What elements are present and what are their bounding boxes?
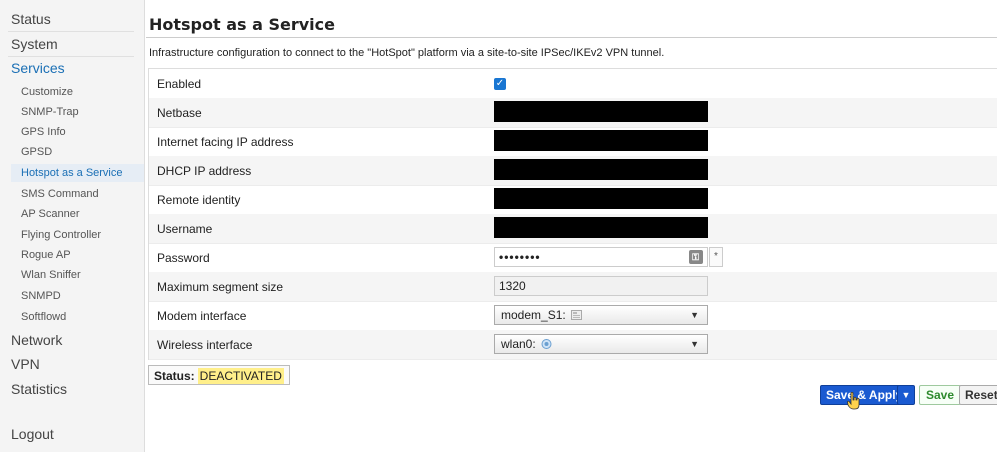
- row-enabled: Enabled ✓: [149, 69, 997, 99]
- enabled-label: Enabled: [157, 77, 202, 91]
- internet-ip-label: Internet facing IP address: [157, 135, 294, 149]
- nav-sub-flying-controller[interactable]: Flying Controller: [21, 229, 101, 241]
- netbase-label: Netbase: [157, 106, 202, 120]
- netbase-field[interactable]: [494, 101, 708, 122]
- mss-field[interactable]: 1320: [494, 276, 708, 296]
- row-dhcp-ip: DHCP IP address: [149, 156, 997, 186]
- nav-status[interactable]: Status: [11, 11, 51, 27]
- page-title: Hotspot as a Service: [149, 15, 335, 34]
- row-netbase: Netbase: [149, 98, 997, 128]
- row-password: Password •••••••• ⚿ *: [149, 243, 997, 273]
- row-modem-interface: Modem interface modem_S1: ▼: [149, 301, 997, 331]
- modem-interface-label: Modem interface: [157, 309, 247, 323]
- username-field[interactable]: [494, 217, 708, 238]
- page-description: Infrastructure configuration to connect …: [149, 47, 665, 59]
- row-username: Username: [149, 214, 997, 244]
- wireless-interface-value: wlan0:: [501, 337, 536, 351]
- hand-pointer-icon: [847, 392, 860, 410]
- title-divider: [146, 37, 997, 38]
- nav-sub-softflowd[interactable]: Softflowd: [21, 311, 66, 323]
- nav-divider: [8, 56, 134, 57]
- key-icon[interactable]: ⚿: [689, 250, 703, 264]
- settings-form: Enabled ✓ Netbase Internet facing IP add…: [148, 68, 997, 360]
- remote-identity-field[interactable]: [494, 188, 708, 209]
- username-label: Username: [157, 222, 213, 236]
- row-internet-ip: Internet facing IP address: [149, 127, 997, 157]
- mss-label: Maximum segment size: [157, 280, 284, 294]
- row-mss: Maximum segment size 1320: [149, 272, 997, 302]
- nav-sub-rogue-ap[interactable]: Rogue AP: [21, 249, 71, 261]
- nav-divider: [8, 31, 134, 32]
- nav-sub-hotspot-as-a-service[interactable]: Hotspot as a Service: [11, 164, 144, 182]
- nav-sub-wlan-sniffer[interactable]: Wlan Sniffer: [21, 269, 81, 281]
- save-apply-button[interactable]: Save & Apply: [820, 385, 909, 405]
- chevron-down-icon: ▼: [901, 390, 911, 400]
- dhcp-ip-field[interactable]: [494, 159, 708, 180]
- password-field[interactable]: •••••••• ⚿: [494, 247, 708, 267]
- status-label: Status:: [154, 369, 195, 383]
- chevron-down-icon: ▼: [690, 310, 699, 320]
- wireless-interface-label: Wireless interface: [157, 338, 253, 352]
- nav-sub-customize[interactable]: Customize: [21, 86, 73, 98]
- nav-network[interactable]: Network: [11, 332, 62, 348]
- nav-sub-sms-command[interactable]: SMS Command: [21, 188, 99, 200]
- password-label: Password: [157, 251, 210, 265]
- chevron-down-icon: ▼: [690, 339, 699, 349]
- save-apply-dropdown-button[interactable]: ▼: [897, 385, 915, 405]
- reset-button[interactable]: Reset: [959, 385, 997, 405]
- nav-system[interactable]: System: [11, 36, 58, 52]
- nav-vpn[interactable]: VPN: [11, 356, 40, 372]
- modem-interface-value: modem_S1:: [501, 308, 566, 322]
- main-content: Hotspot as a Service Infrastructure conf…: [146, 0, 997, 452]
- modem-interface-select[interactable]: modem_S1: ▼: [494, 305, 708, 325]
- dhcp-ip-label: DHCP IP address: [157, 164, 252, 178]
- nav-sub-gpsd[interactable]: GPSD: [21, 146, 52, 158]
- remote-identity-label: Remote identity: [157, 193, 241, 207]
- password-value: ••••••••: [499, 250, 541, 264]
- nav-statistics[interactable]: Statistics: [11, 381, 67, 397]
- wifi-icon: [541, 339, 552, 349]
- sidebar: Status System Services Customize SNMP-Tr…: [0, 0, 145, 452]
- nav-services[interactable]: Services: [11, 60, 65, 76]
- wireless-interface-select[interactable]: wlan0: ▼: [494, 334, 708, 354]
- nav-sub-snmpd[interactable]: SNMPD: [21, 290, 61, 302]
- status-indicator: Status: DEACTIVATED: [148, 365, 290, 385]
- status-badge: DEACTIVATED: [197, 368, 284, 384]
- reveal-password-button[interactable]: *: [709, 247, 723, 267]
- row-remote-identity: Remote identity: [149, 185, 997, 215]
- modem-icon: [571, 310, 583, 320]
- row-wireless-interface: Wireless interface wlan0: ▼: [149, 330, 997, 360]
- save-button[interactable]: Save: [919, 385, 962, 405]
- nav-sub-ap-scanner[interactable]: AP Scanner: [21, 208, 80, 220]
- internet-ip-field[interactable]: [494, 130, 708, 151]
- nav-sub-gps-info[interactable]: GPS Info: [21, 126, 66, 138]
- enabled-checkbox[interactable]: ✓: [494, 78, 506, 90]
- nav-sub-snmp-trap[interactable]: SNMP-Trap: [21, 106, 79, 118]
- nav-logout[interactable]: Logout: [11, 426, 54, 442]
